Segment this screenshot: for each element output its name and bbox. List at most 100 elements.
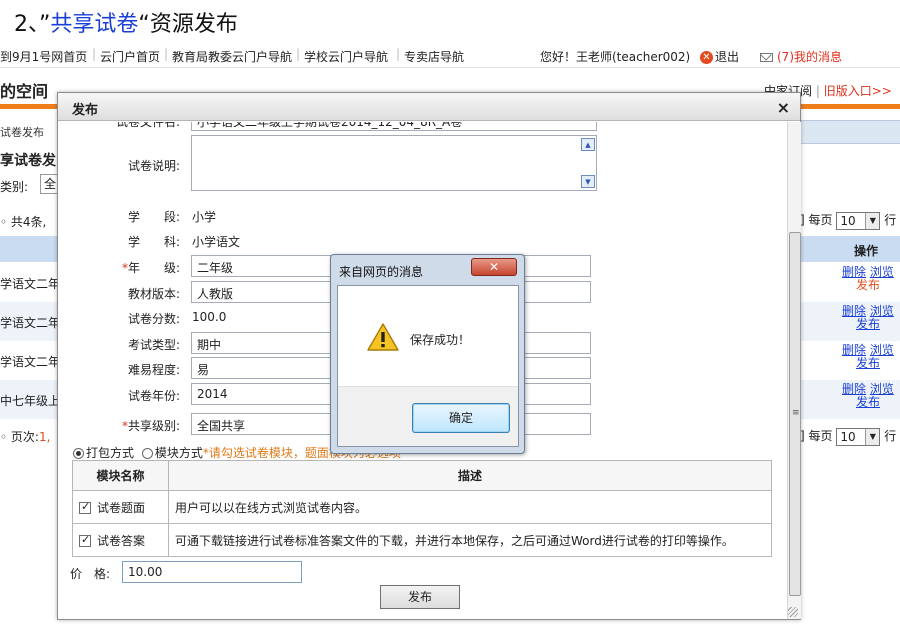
checkbox-question[interactable]	[79, 500, 91, 514]
resize-grip-icon[interactable]	[788, 607, 798, 617]
per-page-select[interactable]: 10 ▼	[836, 427, 881, 446]
delete-link[interactable]: 删除	[842, 382, 866, 396]
field-label: 教材版本:	[127, 287, 180, 301]
delete-link[interactable]: 删除	[842, 265, 866, 279]
mode-module-label: 模块方式	[154, 446, 203, 460]
category-value: 全	[44, 177, 57, 191]
page-heading: 2、”共享试卷“资源发布	[14, 6, 238, 38]
per-page-label: 每页	[808, 213, 833, 227]
page-indicator: ◦ 页次:1,	[0, 428, 50, 445]
field-label: 试卷年份:	[127, 389, 180, 403]
old-version-link[interactable]: 旧版入口>>	[824, 84, 892, 98]
grip-icon: ≡	[792, 408, 800, 418]
scroll-up-icon[interactable]: ▲	[581, 138, 595, 151]
field-label: *共享级别:	[70, 417, 180, 434]
view-link[interactable]: 浏览	[870, 382, 894, 396]
col-desc: 描述	[168, 460, 772, 491]
per-page-unit: 行	[884, 429, 897, 443]
checkbox-answer[interactable]	[79, 533, 91, 547]
nav-item-home[interactable]: 到9月1号网首页	[0, 48, 87, 65]
module-desc: 用户可以以在线方式浏览试卷内容。	[168, 490, 772, 524]
delete-link[interactable]: 删除	[842, 343, 866, 357]
table-row: 试卷题面 用户可以以在线方式浏览试卷内容。	[72, 490, 772, 524]
filename-label: 试卷文件名:	[115, 122, 180, 129]
field-label: 考试类型:	[127, 338, 180, 352]
nav-item-bureau[interactable]: 教育局教委云门户导航	[172, 48, 292, 65]
record-count: ◦ 共4条,	[0, 215, 47, 229]
field-label: 学 科:	[127, 235, 180, 249]
logout-link[interactable]: ✕ 退出	[700, 48, 739, 65]
top-nav: 到9月1号网首页 | 云门户首页 | 教育局教委云门户导航 | 学校云门户导航 …	[0, 44, 900, 68]
per-page-value: 10	[840, 213, 856, 228]
publish-link[interactable]: 发布	[842, 317, 880, 331]
tab-bar	[800, 120, 900, 144]
module-table: 模块名称 描述 试卷题面 用户可以以在线方式浏览试卷内容。 试卷答案 可通下载链…	[72, 460, 772, 557]
view-link[interactable]: 浏览	[870, 343, 894, 357]
breadcrumb: 试卷发布	[0, 126, 44, 139]
message-text: 保存成功！	[410, 333, 471, 347]
heading-link[interactable]: 共享试卷	[50, 12, 138, 37]
module-name-cell: 试卷答案	[72, 523, 169, 557]
scrollbar-thumb[interactable]: ≡	[789, 232, 801, 596]
per-page-value: 10	[840, 429, 856, 444]
field-value: 小学	[192, 210, 217, 224]
close-icon[interactable]: ×	[777, 98, 790, 117]
price-label: 价 格:	[70, 567, 111, 581]
scroll-down-icon[interactable]: ▼	[581, 175, 595, 188]
space-title: 的空间	[0, 82, 49, 101]
warning-icon	[367, 323, 399, 351]
dropdown-arrow-icon: ▼	[865, 428, 880, 445]
filename-row: 试卷文件名: 小学语文二年级上学期试卷2014_12_04_8R_A卷	[70, 122, 787, 131]
category-label: 类别:	[0, 180, 29, 194]
pages-value[interactable]: 1,	[39, 430, 50, 444]
field-row: 学 段: 小学	[70, 204, 787, 226]
nav-separator: |	[92, 47, 97, 61]
radio-module[interactable]	[141, 448, 153, 459]
row-name: 学语文二年	[0, 355, 61, 369]
publish-link[interactable]: 发布	[842, 278, 880, 292]
dialog-titlebar[interactable]: 发布 ×	[58, 93, 800, 121]
field-value: 小学语文	[192, 235, 241, 249]
nav-separator: |	[396, 47, 401, 61]
desc-label: 试卷说明:	[127, 159, 180, 173]
field-label: 试卷分数:	[127, 312, 180, 326]
nav-separator: |	[164, 47, 169, 61]
view-link[interactable]: 浏览	[870, 304, 894, 318]
module-name: 试卷答案	[97, 533, 146, 548]
message-box: 来自网页的消息 ✕ 保存成功！ 确定	[330, 254, 525, 454]
row-name: 中七年级上	[0, 394, 61, 408]
logout-label: 退出	[715, 50, 740, 64]
nav-item-store[interactable]: 专卖店导航	[404, 48, 464, 65]
pager-top: ] 每页 10 ▼ 行	[800, 211, 896, 230]
field-label: 学 段:	[127, 210, 180, 224]
messages-link[interactable]: (7)我的消息	[760, 48, 842, 65]
mode-pack-label: 打包方式	[86, 446, 135, 460]
heading-suffix: “资源发布	[138, 12, 238, 37]
per-page-select[interactable]: 10 ▼	[836, 211, 881, 230]
publish-button[interactable]: 发布	[380, 585, 460, 609]
user-greeting: 您好！王老师(teacher002)	[540, 50, 691, 64]
logout-icon: ✕	[700, 51, 713, 64]
ok-button[interactable]: 确定	[412, 403, 510, 433]
desc-textarea[interactable]: ▲ ▼	[191, 135, 597, 191]
dialog-scrollbar[interactable]: ≡	[787, 122, 801, 619]
message-box-footer: 确定	[338, 386, 518, 446]
publish-link[interactable]: 发布	[842, 356, 880, 370]
view-link[interactable]: 浏览	[870, 265, 894, 279]
delete-link[interactable]: 删除	[842, 304, 866, 318]
filename-field[interactable]: 小学语文二年级上学期试卷2014_12_04_8R_A卷	[191, 122, 597, 131]
row-name: 学语文二年	[0, 277, 61, 291]
message-box-close-icon[interactable]: ✕	[471, 258, 517, 276]
field-value: 100.0	[192, 310, 227, 324]
publish-link[interactable]: 发布	[842, 395, 880, 409]
field-label: 难易程度:	[127, 363, 180, 377]
nav-item-school[interactable]: 学校云门户导航	[304, 48, 388, 65]
module-name-cell: 试卷题面	[72, 490, 169, 524]
pages-label: ◦ 页次:	[0, 430, 39, 444]
nav-item-cloud-home[interactable]: 云门户首页	[100, 48, 160, 65]
field-label: *年 级:	[70, 259, 180, 276]
mail-icon	[760, 53, 773, 62]
price-input[interactable]: 10.00	[122, 561, 302, 583]
field-label-text: 共享级别:	[127, 419, 180, 433]
radio-pack[interactable]	[73, 448, 84, 459]
